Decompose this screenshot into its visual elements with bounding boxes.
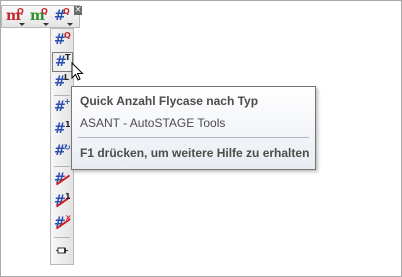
hash-q-button[interactable]: # Q bbox=[52, 31, 73, 51]
m-q-green-button[interactable]: m Q bbox=[28, 8, 50, 27]
icon-superscript: ↻ bbox=[64, 143, 71, 152]
close-icon[interactable]: × bbox=[74, 6, 82, 15]
dropdown-arrow-icon bbox=[43, 23, 49, 26]
toolbar-separator bbox=[54, 95, 70, 96]
hash-strike-x-button[interactable]: # × bbox=[52, 214, 73, 234]
hash-refresh-button[interactable]: # ↻ bbox=[52, 142, 73, 162]
hash-one-icon: # bbox=[54, 121, 66, 137]
icon-superscript: Q bbox=[64, 31, 71, 40]
hash-strike-one-button[interactable]: # 1 bbox=[52, 192, 73, 212]
tooltip-divider bbox=[78, 137, 309, 138]
tooltip-help-text: F1 drücken, um weitere Hilfe zu erhalten bbox=[80, 146, 310, 160]
icon-superscript: Q bbox=[17, 7, 24, 16]
hash-q-button[interactable]: # Q bbox=[52, 8, 74, 27]
icon-superscript: Q bbox=[63, 7, 70, 16]
mouse-cursor-icon bbox=[71, 62, 84, 81]
dropdown-arrow-icon bbox=[67, 23, 73, 26]
pin-icon bbox=[56, 247, 68, 254]
hash-plus-button[interactable]: # + bbox=[52, 98, 73, 118]
hash-t-button[interactable]: # T bbox=[52, 52, 73, 72]
toolbar-separator bbox=[54, 166, 70, 167]
hash-strike-button[interactable]: # bbox=[52, 170, 73, 190]
tooltip: Quick Anzahl Flycase nach Typ ASANT - Au… bbox=[71, 86, 316, 170]
icon-superscript: Q bbox=[41, 7, 48, 16]
dropdown-arrow-icon bbox=[19, 23, 25, 26]
hash-l-button[interactable]: # L bbox=[52, 73, 73, 93]
icon-superscript: 1 bbox=[65, 192, 71, 201]
tooltip-title: Quick Anzahl Flycase nach Typ bbox=[80, 94, 259, 108]
icon-superscript: × bbox=[65, 213, 72, 222]
pin-button[interactable] bbox=[52, 242, 73, 262]
toolbar-separator bbox=[54, 237, 70, 238]
m-q-red-button[interactable]: m Q bbox=[4, 8, 26, 27]
tooltip-subtitle: ASANT - AutoSTAGE Tools bbox=[80, 116, 226, 130]
hash-one-button[interactable]: # 1 bbox=[52, 120, 73, 140]
top-toolbar: m Q m Q # Q × bbox=[1, 5, 82, 28]
icon-superscript: 1 bbox=[65, 120, 71, 129]
icon-superscript: T bbox=[65, 53, 71, 62]
icon-superscript: + bbox=[64, 97, 71, 106]
icon-superscript: L bbox=[64, 73, 70, 82]
